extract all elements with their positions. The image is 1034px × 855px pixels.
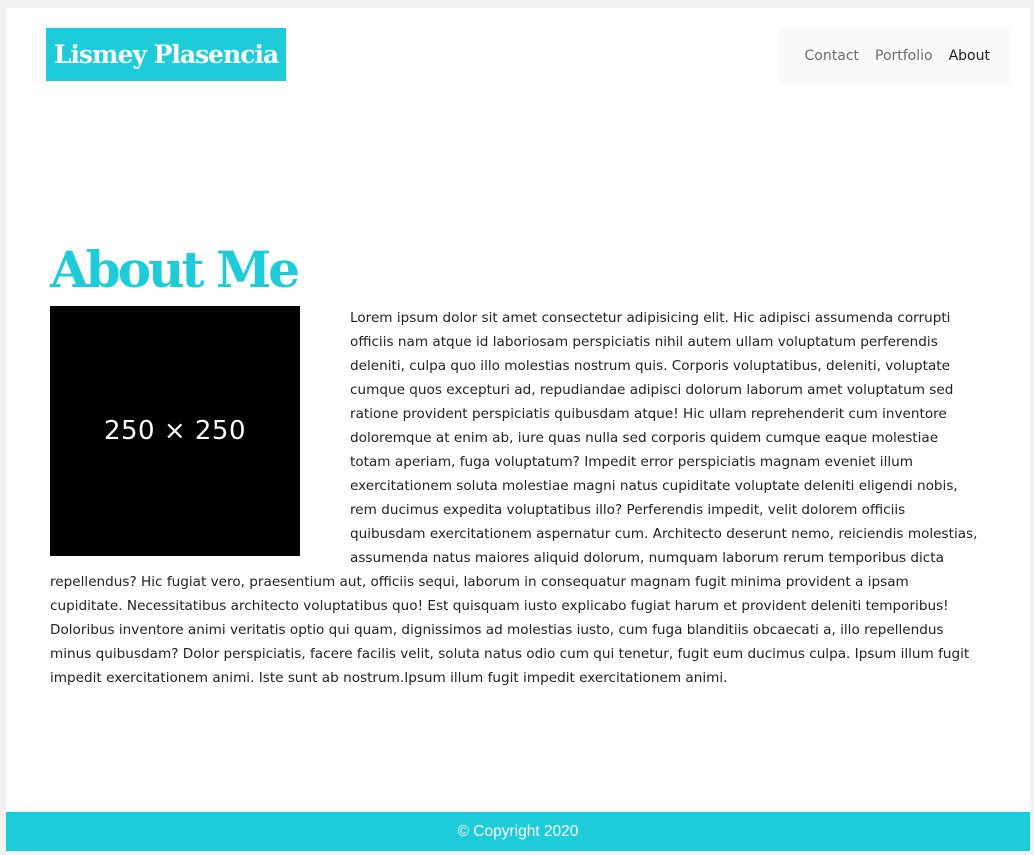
about-content: 250 × 250 Lorem ipsum dolor sit amet con… (50, 306, 982, 690)
copyright-text: © Copyright 2020 (457, 822, 579, 840)
brand-logo[interactable]: Lismey Plasencia (46, 28, 286, 81)
nav-link-contact[interactable]: Contact (805, 48, 859, 64)
main-nav: Contact Portfolio About (779, 28, 1010, 84)
footer: © Copyright 2020 (6, 812, 1030, 851)
nav-link-about[interactable]: About (949, 48, 990, 64)
nav-link-portfolio[interactable]: Portfolio (875, 48, 933, 64)
page: Lismey Plasencia Contact Portfolio About… (6, 8, 1030, 851)
placeholder-dimensions-label: 250 × 250 (103, 416, 247, 446)
profile-image-placeholder: 250 × 250 (50, 306, 300, 556)
page-title: About Me (50, 240, 300, 299)
